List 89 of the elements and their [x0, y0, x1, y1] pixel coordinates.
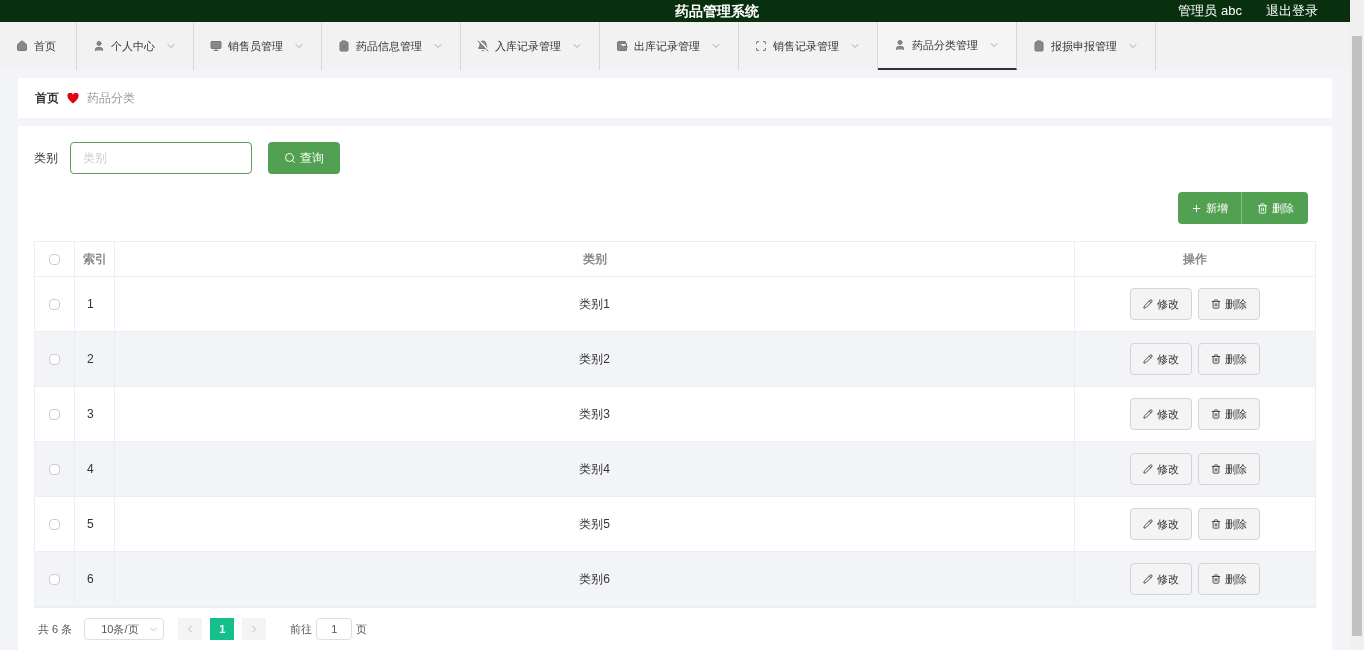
- page-size-select[interactable]: 10条/页: [84, 618, 165, 640]
- row-checkbox[interactable]: [49, 573, 60, 585]
- pencil-icon: [1143, 409, 1153, 419]
- nav-label: 药品信息管理: [356, 38, 422, 54]
- nav-label: 销售记录管理: [773, 38, 839, 54]
- table-cell-text: 4: [87, 461, 94, 478]
- pencil-icon: [1143, 519, 1153, 529]
- user-name: 管理员 abc: [1178, 2, 1242, 21]
- row-checkbox[interactable]: [49, 353, 60, 365]
- delete-button[interactable]: 删除: [1198, 343, 1260, 375]
- delete-button[interactable]: 删除: [1198, 453, 1260, 485]
- table-cell-text: 3: [87, 406, 94, 423]
- nav-label: 报损申报管理: [1051, 38, 1117, 54]
- column-header: 操作: [1183, 251, 1207, 268]
- nav-tab[interactable]: 出库记录管理: [600, 22, 739, 70]
- nav-tab[interactable]: 报损申报管理: [1017, 22, 1156, 70]
- trash-icon: [1211, 464, 1221, 474]
- row-checkbox[interactable]: [49, 298, 60, 310]
- edit-button[interactable]: 修改: [1130, 398, 1192, 430]
- next-page-button[interactable]: [242, 618, 267, 640]
- bell-off-icon: [477, 40, 489, 52]
- table-cell-text: 2: [87, 351, 94, 368]
- delete-button[interactable]: 删除: [1198, 288, 1260, 320]
- trash-icon: [1211, 519, 1221, 529]
- trash-icon: [1256, 202, 1268, 214]
- table-cell-text: 类别4: [579, 461, 610, 478]
- row-checkbox[interactable]: [49, 463, 60, 475]
- total-count: 共 6 条: [38, 621, 73, 637]
- nav-tab[interactable]: 入库记录管理: [461, 22, 600, 70]
- table-cell-text: 类别2: [579, 351, 610, 368]
- wallet-icon: [616, 40, 628, 52]
- table-cell-text: 类别3: [579, 406, 610, 423]
- heart-icon: [67, 92, 79, 104]
- table-cell-text: 6: [87, 571, 94, 588]
- table-cell-text: 5: [87, 516, 94, 533]
- nav-label: 个人中心: [111, 38, 155, 54]
- pencil-icon: [1143, 354, 1153, 364]
- app-title: 药品管理系统: [674, 1, 761, 21]
- breadcrumb-item[interactable]: 首页: [35, 89, 59, 107]
- trash-icon: [1211, 354, 1221, 364]
- logout-link[interactable]: 退出登录: [1266, 1, 1318, 21]
- clipboard-icon: [1033, 40, 1045, 52]
- row-checkbox[interactable]: [49, 518, 60, 530]
- nav-label: 药品分类管理: [912, 37, 978, 53]
- column-header: 类别: [582, 251, 607, 268]
- column-header: 索引: [83, 251, 107, 268]
- table-cell-text: 类别1: [579, 296, 610, 313]
- goto-page-field[interactable]: 1: [316, 618, 353, 640]
- select-all-checkbox[interactable]: [49, 253, 60, 265]
- plus-icon: [1191, 202, 1202, 214]
- table-cell-text: 1: [87, 296, 94, 313]
- pencil-icon: [1143, 299, 1153, 309]
- edit-button[interactable]: 修改: [1130, 343, 1192, 375]
- nav-label: 首页: [34, 38, 56, 54]
- table-cell-text: 类别5: [579, 516, 610, 533]
- scrollbar[interactable]: [1350, 0, 1364, 650]
- trash-icon: [1211, 409, 1221, 419]
- goto-suffix: 页: [356, 621, 368, 637]
- delete-button[interactable]: 删除: [1198, 508, 1260, 540]
- nav-label: 入库记录管理: [495, 38, 561, 54]
- user-icon: [93, 40, 105, 52]
- goto-label: 前往: [290, 621, 313, 637]
- clipboard-icon: [338, 40, 350, 52]
- nav-label: 销售员管理: [228, 38, 283, 54]
- search-icon: [284, 152, 296, 164]
- home-icon: [16, 40, 28, 52]
- trash-icon: [1211, 299, 1221, 309]
- delete-button[interactable]: 删除: [1198, 398, 1260, 430]
- nav-tab[interactable]: 药品信息管理: [322, 22, 461, 70]
- prev-page-button[interactable]: [178, 618, 203, 640]
- delete-button[interactable]: 删除: [1198, 563, 1260, 595]
- trash-icon: [1211, 574, 1221, 584]
- table-cell-text: 类别6: [579, 571, 610, 588]
- edit-button[interactable]: 修改: [1130, 508, 1192, 540]
- nav-label: 出库记录管理: [634, 38, 700, 54]
- search-label: 类别: [34, 150, 58, 167]
- nav-tab[interactable]: 销售员管理: [194, 22, 322, 70]
- edit-button[interactable]: 修改: [1130, 563, 1192, 595]
- row-checkbox[interactable]: [49, 408, 60, 420]
- edit-button[interactable]: 修改: [1130, 288, 1192, 320]
- pencil-icon: [1143, 574, 1153, 584]
- pencil-icon: [1143, 464, 1153, 474]
- nav-tab[interactable]: 首页: [0, 22, 77, 70]
- edit-button[interactable]: 修改: [1130, 453, 1192, 485]
- nav-tab[interactable]: 药品分类管理: [878, 22, 1017, 70]
- user-icon: [894, 39, 906, 51]
- monitor-icon: [210, 40, 222, 52]
- scan-icon: [755, 40, 767, 52]
- nav-tab[interactable]: 个人中心: [77, 22, 194, 70]
